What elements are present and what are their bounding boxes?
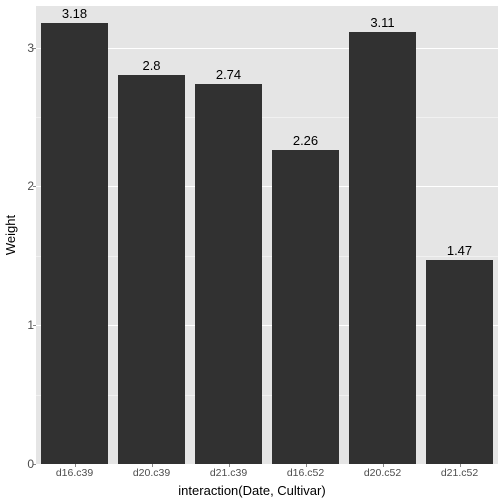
y-tick-label: 1 xyxy=(16,318,34,332)
bar xyxy=(195,84,263,464)
bar-value-label: 3.11 xyxy=(370,15,394,30)
bar-value-label: 1.47 xyxy=(447,243,472,258)
bar-value-label: 2.26 xyxy=(293,133,318,148)
x-tick-label: d20.c39 xyxy=(133,467,170,479)
x-tick-label: d20.c52 xyxy=(364,467,401,479)
chart-container: Weight interaction(Date, Cultivar) 0 1 2 3 3… xyxy=(0,0,504,504)
plot-panel xyxy=(36,6,498,464)
bar xyxy=(41,23,109,464)
x-axis-label: interaction(Date, Cultivar) xyxy=(0,483,504,498)
gridline-major xyxy=(36,464,498,465)
x-tick-label: d16.c52 xyxy=(287,467,324,479)
x-tick-label: d16.c39 xyxy=(56,467,93,479)
y-tick-label: 3 xyxy=(16,41,34,55)
bar xyxy=(118,75,186,464)
y-axis-label: Weight xyxy=(3,215,18,255)
bar-value-label: 2.8 xyxy=(142,58,160,73)
y-tick-label: 0 xyxy=(16,457,34,471)
bar-value-label: 2.74 xyxy=(216,67,241,82)
bar xyxy=(272,150,340,464)
bar-value-label: 3.18 xyxy=(62,6,87,21)
x-tick-label: d21.c39 xyxy=(210,467,247,479)
y-tick-label: 2 xyxy=(16,179,34,193)
bar xyxy=(349,32,417,464)
bar xyxy=(426,260,494,464)
x-tick-label: d21.c52 xyxy=(441,467,478,479)
